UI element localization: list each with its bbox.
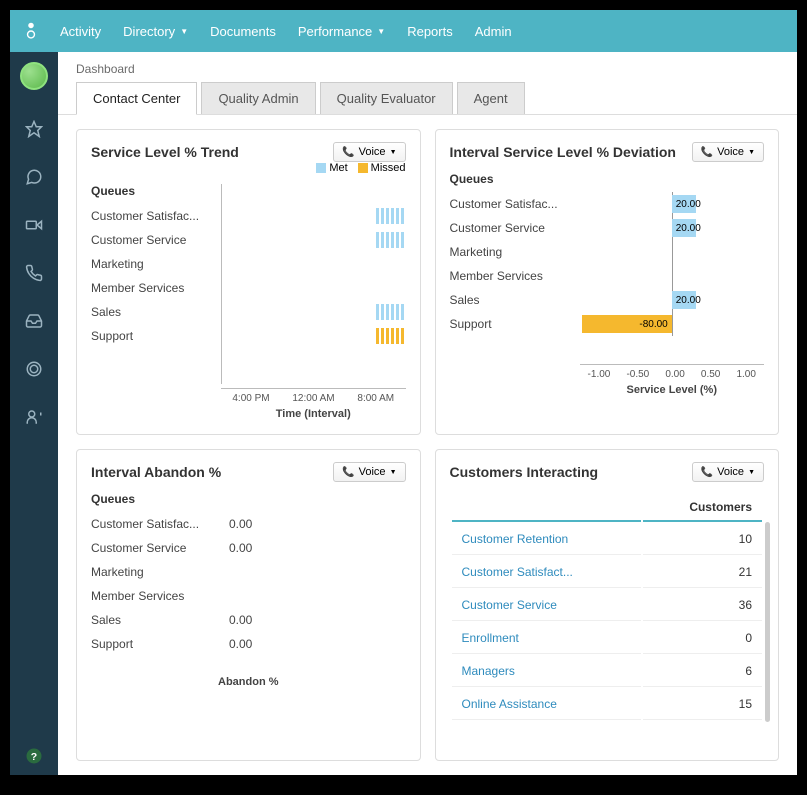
queue-label: Sales	[91, 300, 221, 324]
table-row[interactable]: Managers6	[452, 656, 763, 687]
voice-dropdown[interactable]: 📞Voice▼	[333, 462, 405, 482]
tab-contact-center[interactable]: Contact Center	[76, 82, 197, 115]
card-title: Interval Service Level % Deviation	[450, 144, 676, 160]
col-header-customers: Customers	[643, 494, 762, 522]
phone-icon: 📞	[701, 147, 713, 158]
target-icon[interactable]	[25, 360, 43, 378]
caret-down-icon: ▼	[748, 149, 755, 156]
dashboard-tabs: Contact Center Quality Admin Quality Eva…	[58, 82, 797, 115]
person-sound-icon[interactable]	[25, 408, 43, 426]
card-service-level-trend: Service Level % Trend 📞Voice▼ Queues Cus…	[76, 129, 421, 435]
bar-met	[376, 304, 406, 320]
queue-label: Support	[91, 632, 221, 656]
nav-documents[interactable]: Documents	[210, 24, 276, 39]
star-icon[interactable]	[25, 120, 43, 138]
chart-legend: Met Missed	[316, 162, 405, 174]
nav-admin[interactable]: Admin	[475, 24, 512, 39]
deviation-bar: 20.00	[672, 219, 696, 237]
table-row[interactable]: Customer Service36	[452, 590, 763, 621]
abandon-value: 0.00	[229, 608, 252, 632]
customers-table: Customers Customer Retention10 Customer …	[450, 492, 765, 722]
queue-label: Customer Satisfac...	[91, 512, 221, 536]
queue-label: Customer Satisfac...	[91, 204, 221, 228]
tab-agent[interactable]: Agent	[457, 82, 525, 114]
nav-performance[interactable]: Performance▼	[298, 24, 385, 39]
caret-down-icon: ▼	[390, 149, 397, 156]
nav-activity[interactable]: Activity	[60, 24, 101, 39]
legend-swatch-missed	[358, 163, 368, 173]
avatar[interactable]	[20, 62, 48, 90]
nav-directory[interactable]: Directory▼	[123, 24, 188, 39]
deviation-bar: 20.00	[672, 195, 696, 213]
phone-icon: 📞	[342, 147, 354, 158]
nav-reports[interactable]: Reports	[407, 24, 453, 39]
queues-header: Queues	[450, 172, 580, 186]
queue-label: Marketing	[450, 240, 580, 264]
deviation-bar: -80.00	[582, 315, 672, 333]
card-service-level-deviation: Interval Service Level % Deviation 📞Voic…	[435, 129, 780, 435]
x-axis-label: Service Level (%)	[580, 384, 765, 396]
card-customers-interacting: Customers Interacting 📞Voice▼ Customers …	[435, 449, 780, 761]
breadcrumb: Dashboard	[58, 52, 797, 82]
table-row[interactable]: Online Assistance15	[452, 689, 763, 720]
caret-down-icon: ▼	[377, 27, 385, 36]
bar-met	[376, 208, 406, 224]
x-axis-label: Abandon %	[91, 676, 406, 688]
x-axis: 4:00 PM 12:00 AM 8:00 AM	[221, 388, 406, 404]
queue-label: Marketing	[91, 560, 221, 584]
top-nav: Activity Directory▼ Documents Performanc…	[10, 10, 797, 52]
caret-down-icon: ▼	[748, 469, 755, 476]
voice-dropdown[interactable]: 📞Voice▼	[333, 142, 405, 162]
queues-header: Queues	[91, 492, 221, 506]
scrollbar[interactable]	[765, 522, 770, 722]
card-title: Interval Abandon %	[91, 464, 221, 480]
queue-label: Support	[450, 312, 580, 336]
card-title: Customers Interacting	[450, 464, 599, 480]
voice-dropdown[interactable]: 📞Voice▼	[692, 142, 764, 162]
queue-label: Member Services	[91, 276, 221, 300]
abandon-value: 0.00	[229, 632, 252, 656]
help-icon[interactable]: ?	[25, 747, 43, 765]
queue-label: Customer Service	[450, 216, 580, 240]
table-row[interactable]: Customer Retention10	[452, 524, 763, 555]
caret-down-icon: ▼	[180, 27, 188, 36]
voice-dropdown[interactable]: 📞Voice▼	[692, 462, 764, 482]
deviation-bar: 20.00	[672, 291, 696, 309]
table-row[interactable]: Enrollment0	[452, 623, 763, 654]
abandon-value: 0.00	[229, 536, 252, 560]
phone-icon[interactable]	[25, 264, 43, 282]
queues-header: Queues	[91, 184, 221, 198]
bar-missed	[376, 328, 406, 344]
tab-quality-admin[interactable]: Quality Admin	[201, 82, 315, 114]
app-logo-icon	[24, 22, 38, 40]
card-title: Service Level % Trend	[91, 144, 239, 160]
x-axis: -1.00 -0.50 0.00 0.50 1.00	[580, 364, 765, 380]
queue-label: Marketing	[91, 252, 221, 276]
bar-met	[376, 232, 406, 248]
x-axis-label: Time (Interval)	[221, 408, 406, 420]
legend-swatch-met	[316, 163, 326, 173]
queue-label: Sales	[450, 288, 580, 312]
queue-label: Customer Service	[91, 228, 221, 252]
card-interval-abandon: Interval Abandon % 📞Voice▼ Queues Custom…	[76, 449, 421, 761]
queue-label: Member Services	[450, 264, 580, 288]
queue-label: Customer Satisfac...	[450, 192, 580, 216]
table-row[interactable]: Customer Satisfact...21	[452, 557, 763, 588]
svg-text:?: ?	[31, 751, 37, 763]
queue-label: Member Services	[91, 584, 221, 608]
abandon-value: 0.00	[229, 512, 252, 536]
queue-label: Customer Service	[91, 536, 221, 560]
queue-label: Support	[91, 324, 221, 348]
phone-icon: 📞	[342, 467, 354, 478]
tab-quality-evaluator[interactable]: Quality Evaluator	[320, 82, 453, 114]
queue-label: Sales	[91, 608, 221, 632]
chat-icon[interactable]	[25, 168, 43, 186]
side-nav: ?	[10, 52, 58, 775]
inbox-icon[interactable]	[25, 312, 43, 330]
video-icon[interactable]	[25, 216, 43, 234]
caret-down-icon: ▼	[390, 469, 397, 476]
phone-icon: 📞	[701, 467, 713, 478]
